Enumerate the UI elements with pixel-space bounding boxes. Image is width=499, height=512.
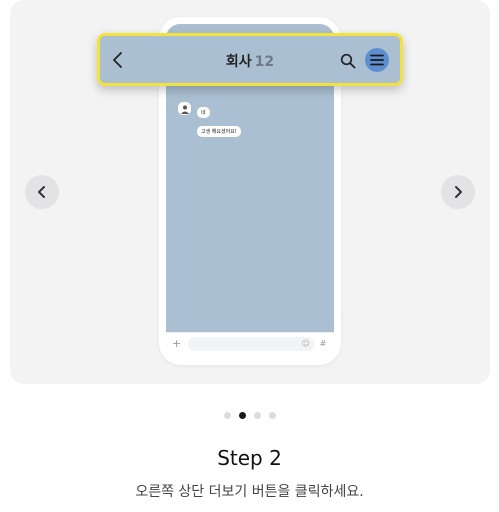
- plus-icon[interactable]: +: [172, 337, 184, 350]
- chat-header-highlight: 회사 12: [97, 33, 403, 86]
- hash-icon[interactable]: #: [318, 339, 328, 348]
- step-title: Step 2: [217, 446, 282, 470]
- emoji-icon[interactable]: ☺: [302, 339, 310, 348]
- pagination-dot-active[interactable]: [238, 412, 246, 419]
- more-menu-button[interactable]: [365, 48, 389, 72]
- pagination-dot[interactable]: [253, 412, 261, 419]
- search-icon[interactable]: [340, 53, 356, 69]
- hamburger-menu-icon: [370, 54, 384, 66]
- pagination-dot[interactable]: [223, 412, 231, 419]
- chevron-left-icon: [38, 186, 45, 198]
- pagination-dot[interactable]: [268, 412, 276, 419]
- member-count: 12: [254, 54, 275, 70]
- chat-input-bar: + ☺ #: [166, 332, 334, 354]
- chat-message: 네: [197, 107, 210, 118]
- step-description: 오른쪽 상단 더보기 버튼을 클릭하세요.: [135, 484, 364, 500]
- chat-room-name: 회사: [225, 54, 252, 70]
- chat-message: 고생 해요셨어요!: [197, 126, 241, 137]
- carousel-pagination: [0, 412, 499, 419]
- carousel-prev-button[interactable]: [25, 175, 59, 209]
- chat-input-field[interactable]: ☺: [188, 336, 314, 351]
- avatar: [178, 102, 191, 115]
- chevron-right-icon: [455, 186, 462, 198]
- user-avatar-icon: [180, 105, 189, 114]
- carousel-next-button[interactable]: [441, 175, 475, 209]
